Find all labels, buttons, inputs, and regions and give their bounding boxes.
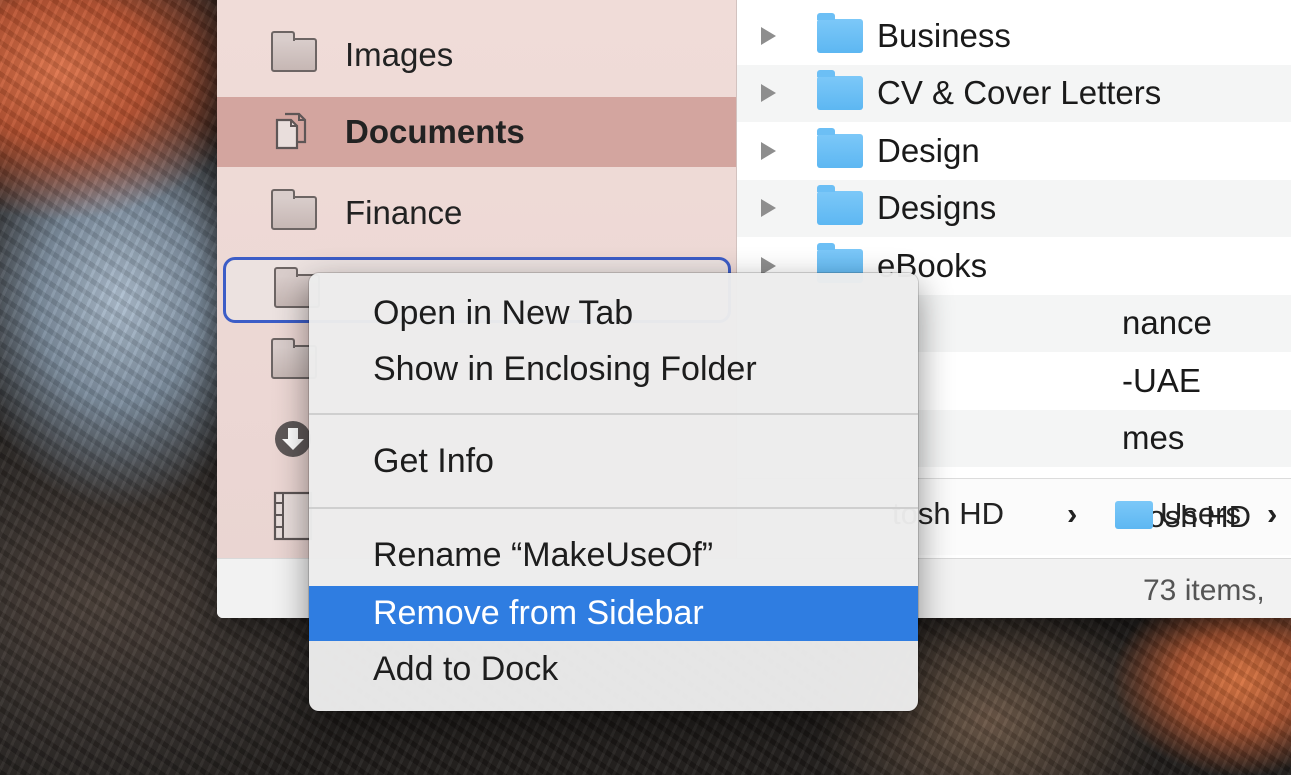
file-name: nance (1122, 304, 1212, 342)
menu-item-remove-from-sidebar[interactable]: Remove from Sidebar (309, 586, 918, 641)
menu-item-get-info[interactable]: Get Info (309, 435, 918, 487)
context-menu: Open in New Tab Show in Enclosing Folder… (309, 273, 918, 711)
file-name: Business (877, 16, 1011, 54)
sidebar-item-label: Finance (345, 194, 463, 231)
list-item[interactable]: Design (737, 122, 1291, 180)
sidebar-item-images[interactable]: Images (217, 26, 736, 84)
disclosure-triangle-icon[interactable] (761, 26, 776, 45)
folder-icon (817, 127, 863, 168)
disclosure-triangle-icon[interactable] (761, 84, 776, 103)
menu-separator (309, 413, 918, 415)
folder-icon (817, 185, 863, 226)
folder-icon (817, 12, 863, 53)
list-item[interactable]: Designs (737, 179, 1291, 237)
menu-item-rename[interactable]: Rename “MakeUseOf” (309, 529, 918, 581)
file-name: Designs (877, 189, 997, 227)
path-separator: › (1267, 496, 1278, 531)
menu-item-open-in-new-tab[interactable]: Open in New Tab (309, 287, 918, 339)
sidebar-item-label: Images (345, 36, 454, 73)
movies-icon (273, 491, 313, 541)
folder-icon (271, 189, 317, 230)
path-separator: › (1067, 496, 1078, 531)
disclosure-triangle-icon[interactable] (761, 199, 776, 218)
downloads-icon (275, 421, 311, 457)
list-item[interactable]: CV & Cover Letters (737, 64, 1291, 122)
file-name: mes (1122, 419, 1185, 457)
item-count: 73 items, (1143, 574, 1265, 607)
sidebar-item-finance[interactable]: Finance (217, 184, 736, 242)
folder-icon (817, 70, 863, 111)
menu-item-show-in-enclosing-folder[interactable]: Show in Enclosing Folder (309, 343, 918, 395)
file-name: Design (877, 131, 980, 169)
path-segment-users[interactable]: Users (1160, 496, 1241, 532)
disclosure-triangle-icon[interactable] (761, 141, 776, 160)
menu-item-add-to-dock[interactable]: Add to Dock (309, 643, 918, 695)
file-name: CV & Cover Letters (877, 74, 1162, 112)
sidebar-item-label: Documents (345, 113, 525, 150)
menu-separator (309, 507, 918, 509)
file-name: -UAE (1122, 361, 1201, 399)
users-folder-icon (1115, 501, 1153, 529)
list-item[interactable]: Business (737, 7, 1291, 65)
sidebar-item-documents[interactable]: Documents (217, 97, 736, 167)
folder-icon (271, 31, 317, 72)
documents-icon (275, 112, 307, 150)
